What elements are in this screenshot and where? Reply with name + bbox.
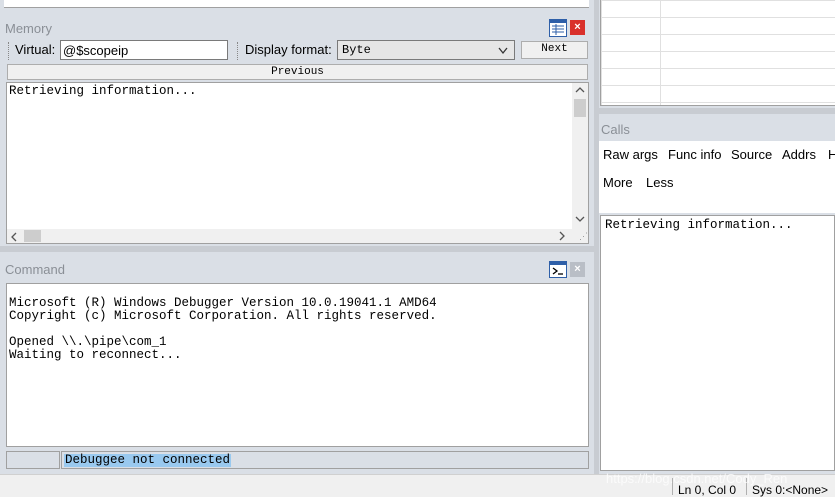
more-button[interactable]: More [603, 175, 633, 190]
scroll-left-icon[interactable] [10, 232, 18, 242]
display-format-value: Byte [342, 43, 371, 57]
calls-pane-title: Calls [601, 122, 630, 137]
grid-column-divider [660, 0, 661, 105]
raw-args-button[interactable]: Raw args [603, 147, 658, 162]
top-left-strip [4, 0, 589, 8]
command-input[interactable]: Debuggee not connected [61, 451, 589, 469]
memory-pane-title: Memory [5, 21, 52, 36]
calls-pane: Calls Raw args Func info Source Addrs H … [599, 114, 835, 474]
memory-pane: Memory × Virtual: Display format: Byte N… [0, 14, 594, 246]
command-output-area[interactable]: Microsoft (R) Windows Debugger Version 1… [6, 283, 589, 447]
scroll-thumb[interactable] [24, 230, 41, 242]
chevron-down-icon [498, 47, 508, 55]
next-button[interactable]: Next [521, 41, 588, 59]
toolbar-grip-icon [237, 42, 240, 60]
virtual-label: Virtual: [15, 42, 56, 57]
pane-splitter[interactable] [0, 246, 594, 252]
memory-content-area[interactable]: Retrieving information... ⋰ [6, 82, 589, 244]
watermark: https://blog.csdn.net/Cody_Ren [606, 471, 788, 486]
headings-button[interactable]: H [828, 147, 835, 162]
command-pane: Command × Microsoft (R) Windows Debugger… [0, 254, 594, 474]
display-format-label: Display format: [245, 42, 332, 57]
less-button[interactable]: Less [646, 175, 673, 190]
addrs-button[interactable]: Addrs [782, 147, 816, 162]
virtual-address-input[interactable] [60, 40, 228, 60]
calls-content-text: Retrieving information... [605, 218, 793, 232]
command-pane-title: Command [5, 262, 65, 277]
calls-content-area[interactable]: Retrieving information... [600, 215, 835, 471]
grid-lines [601, 0, 835, 105]
func-info-button[interactable]: Func info [668, 147, 721, 162]
scroll-right-icon[interactable] [558, 231, 566, 241]
memory-close-icon[interactable]: × [570, 20, 585, 35]
debuggee-status-text: Debuggee not connected [64, 453, 232, 467]
display-format-select[interactable]: Byte [337, 40, 515, 60]
scroll-up-icon[interactable] [575, 86, 585, 94]
command-output-text: Microsoft (R) Windows Debugger Version 1… [9, 296, 437, 362]
resize-grip-icon[interactable]: ⋰ [572, 229, 588, 243]
command-close-icon[interactable]: × [570, 262, 585, 277]
memory-horizontal-scrollbar[interactable] [7, 229, 572, 243]
command-prompt-box [6, 451, 60, 469]
toolbar-grip-icon [8, 42, 11, 60]
memory-vertical-scrollbar[interactable] [572, 83, 588, 229]
source-button[interactable]: Source [731, 147, 772, 162]
previous-button[interactable]: Previous [7, 64, 588, 80]
command-prompt-icon[interactable] [549, 261, 567, 278]
memory-content-text: Retrieving information... [9, 84, 197, 98]
memory-options-icon[interactable] [549, 19, 567, 37]
scroll-down-icon[interactable] [575, 215, 585, 223]
scroll-thumb[interactable] [574, 99, 586, 117]
top-right-grid-pane [600, 0, 835, 106]
